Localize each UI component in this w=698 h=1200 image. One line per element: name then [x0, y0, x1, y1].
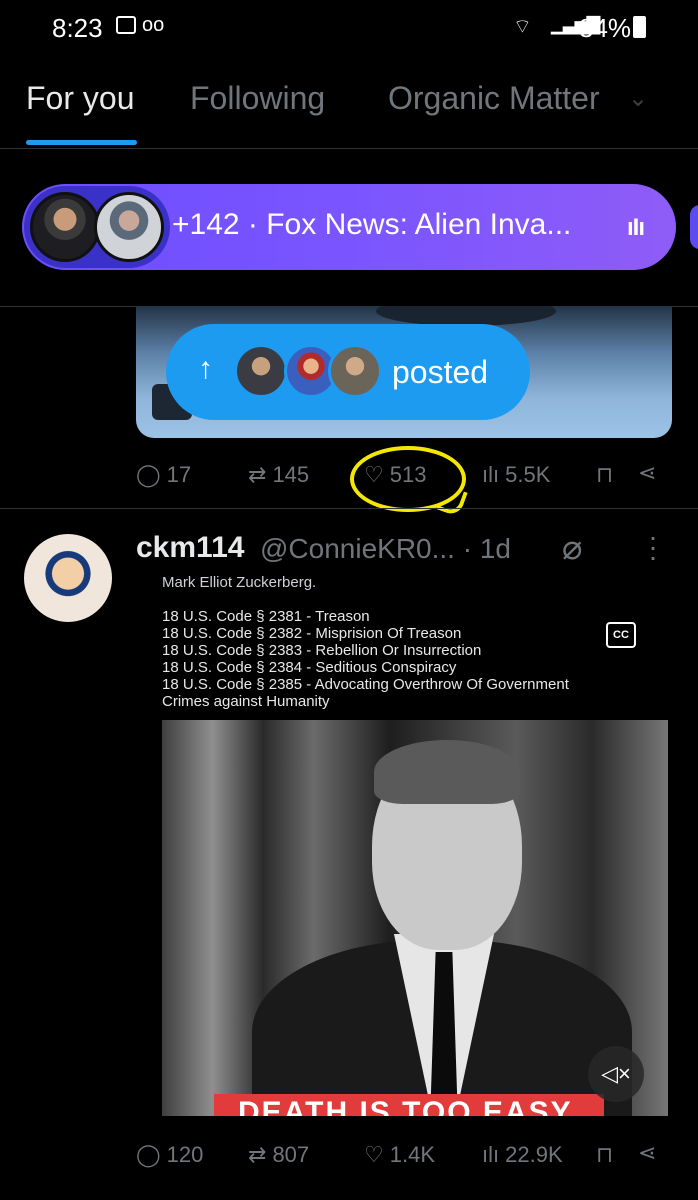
new-posts-pill[interactable]: ↑ posted: [166, 324, 530, 420]
heart-icon: ♡: [364, 1142, 384, 1167]
code-line: 18 U.S. Code § 2381 - Treason: [162, 608, 370, 625]
space-title: +142 · Fox News: Alien Inva...: [172, 208, 572, 241]
voicemail-icon: oo: [142, 14, 165, 36]
retweet-count: 145: [272, 462, 310, 487]
views-button[interactable]: ılı 5.5K: [482, 462, 550, 488]
spaces-live-pill[interactable]: +142 · Fox News: Alien Inva... ıIı: [22, 184, 676, 270]
retweet-button[interactable]: ⇄ 807: [248, 1142, 309, 1168]
arrow-up-icon: ↑: [198, 352, 213, 385]
wifi-icon: ⌔: [513, 16, 532, 38]
reply-button[interactable]: ◯ 17: [136, 462, 191, 488]
code-line: 18 U.S. Code § 2385 - Advocating Overthr…: [162, 676, 569, 693]
code-line: 18 U.S. Code § 2384 - Seditious Conspira…: [162, 659, 457, 676]
avatar: [328, 344, 382, 398]
code-line: Crimes against Humanity: [162, 693, 330, 710]
retweet-icon: ⇄: [248, 1142, 267, 1167]
share-icon[interactable]: ⋖: [638, 1140, 656, 1166]
grok-icon[interactable]: ⌀: [562, 528, 582, 568]
bookmark-icon[interactable]: ⊓: [596, 462, 613, 488]
tab-following[interactable]: Following: [190, 80, 325, 117]
avatar[interactable]: [24, 534, 112, 622]
active-tab-indicator: [26, 140, 137, 145]
battery-percent: 84%: [579, 13, 632, 43]
clock: 8:23: [52, 13, 103, 43]
video-overlay-text: 18 U.S. Code § 2381 - Treason 18 U.S. Co…: [162, 608, 569, 710]
tweet-divider: [0, 508, 698, 509]
video-frame[interactable]: [162, 720, 668, 1116]
media-shadow: [376, 306, 556, 326]
views-icon: ılı: [482, 1142, 500, 1167]
views-icon: ılı: [482, 462, 500, 487]
video-banner: DEATH IS TOO EASY: [214, 1094, 604, 1116]
mute-icon[interactable]: ◁×: [588, 1046, 644, 1102]
video-text-cut: Mark Elliot Zuckerberg.: [162, 576, 317, 591]
username[interactable]: ckm114: [136, 531, 244, 565]
retweet-count: 807: [272, 1142, 310, 1167]
reply-count: 120: [166, 1142, 204, 1167]
chevron-down-icon[interactable]: ⌄: [628, 84, 648, 113]
next-space-pill[interactable]: [690, 205, 698, 249]
posted-label: posted: [392, 354, 489, 390]
avatar: [30, 192, 100, 262]
views-count: 5.5K: [505, 462, 551, 487]
reply-icon: ◯: [136, 462, 161, 487]
more-options-icon[interactable]: · · ·: [648, 523, 658, 571]
status-bar: 8:23 oo ⌔ ▁▃▅▇ 84%: [0, 0, 698, 52]
share-icon[interactable]: ⋖: [638, 460, 656, 486]
handle[interactable]: @ConnieKR0... · 1d: [260, 533, 511, 565]
reply-button[interactable]: ◯ 120: [136, 1142, 203, 1168]
code-line: 18 U.S. Code § 2382 - Misprision Of Trea…: [162, 625, 462, 642]
reply-count: 17: [166, 462, 192, 487]
views-count: 22.9K: [505, 1142, 563, 1167]
avatar: [234, 344, 288, 398]
banner-text: DEATH IS TOO EASY: [238, 1096, 573, 1116]
retweet-button[interactable]: ⇄ 145: [248, 462, 309, 488]
photo-hair: [374, 740, 520, 804]
tab-organic-matter[interactable]: Organic Matter: [388, 80, 600, 117]
tabs-divider: [0, 148, 698, 149]
handle-text: @ConnieKR0...: [260, 533, 455, 564]
tab-for-you[interactable]: For you: [26, 80, 134, 117]
timestamp: · 1d: [462, 533, 511, 564]
code-line: 18 U.S. Code § 2383 - Rebellion Or Insur…: [162, 642, 482, 659]
bookmark-icon[interactable]: ⊓: [596, 1142, 613, 1168]
closed-captions-icon[interactable]: CC: [606, 622, 636, 648]
retweet-icon: ⇄: [248, 462, 267, 487]
like-count: 1.4K: [389, 1142, 435, 1167]
avatar: [94, 192, 164, 262]
like-button[interactable]: ♡ 1.4K: [364, 1142, 435, 1168]
audio-bars-icon: ıIı: [627, 214, 645, 241]
reply-icon: ◯: [136, 1142, 161, 1167]
views-button[interactable]: ılı 22.9K: [482, 1142, 563, 1168]
battery-icon: [633, 16, 646, 38]
gallery-icon: [116, 16, 136, 34]
